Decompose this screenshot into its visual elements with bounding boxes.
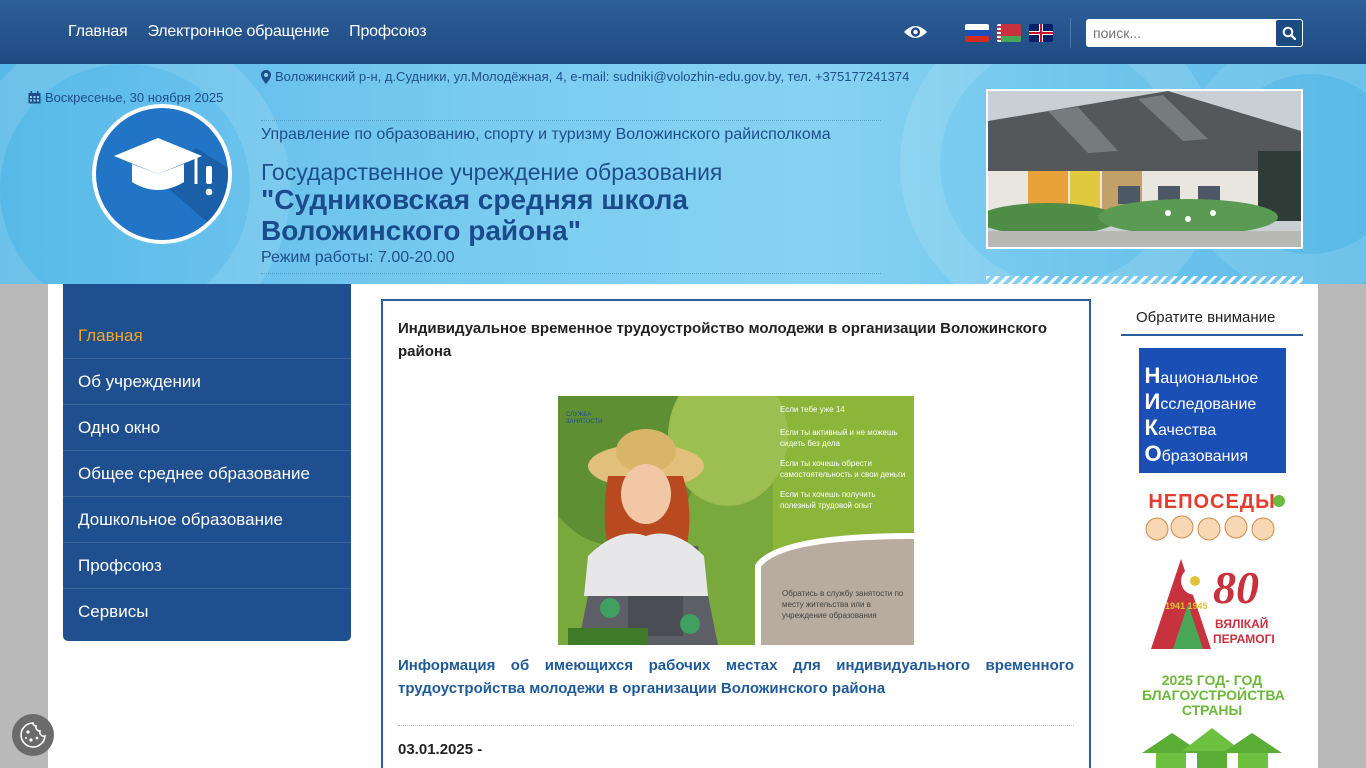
sidebar-item-one-window[interactable]: Одно окно <box>63 405 351 451</box>
top-bar: Главная Электронное обращение Профсоюз <box>0 0 1366 64</box>
top-nav-union[interactable]: Профсоюз <box>339 23 436 41</box>
ministry-name: Управление по образованию, спорту и тури… <box>261 126 831 143</box>
victory-80-banner[interactable]: 1941 1945 80 ВЯЛІКАЙ ПЕРАМОГІ <box>1151 559 1275 653</box>
date-text: Воскресенье, 30 ноября 2025 <box>45 90 224 105</box>
map-marker-icon <box>261 69 271 84</box>
article-divider <box>398 725 1074 726</box>
victory-years: 1941 1945 <box>1165 601 1208 611</box>
language-switcher <box>965 24 1053 42</box>
flag-by-icon[interactable] <box>997 24 1021 42</box>
eye-icon[interactable] <box>903 22 928 42</box>
sidebar-item-union[interactable]: Профсоюз <box>63 543 351 589</box>
current-date: Воскресенье, 30 ноября 2025 <box>28 90 223 105</box>
sidebar-item-secondary-education[interactable]: Общее среднее образование <box>63 451 351 497</box>
sidebar-item-services[interactable]: Сервисы <box>63 589 351 635</box>
poster-text: Если тебе уже 14 Если ты активный и не м… <box>780 404 908 511</box>
attention-heading: Обратите внимание <box>1121 299 1303 336</box>
niko-line: Качества <box>1144 415 1217 440</box>
article-link[interactable]: Информация об имеющихся рабочих местах д… <box>398 654 1074 700</box>
school-building-photo <box>986 89 1303 249</box>
neposedy-banner[interactable]: НЕПОСЕДЫ <box>1137 491 1287 543</box>
poster-line: Если ты хочешь получить полезный трудово… <box>780 490 876 510</box>
niko-banner[interactable]: Национальное Исследование Качества Образ… <box>1138 348 1286 473</box>
victory-text-1: ВЯЛІКАЙ <box>1215 617 1269 631</box>
sidebar-item-preschool[interactable]: Дошкольное образование <box>63 497 351 543</box>
attention-column: Обратите внимание Национальное Исследова… <box>1121 299 1303 768</box>
contact-address: Воложинский р-н, д.Судники, ул.Молодёжна… <box>261 69 909 84</box>
year-2025-banner[interactable]: 2025 ГОД- ГОД БЛАГОУСТРОЙСТВА СТРАНЫ <box>1142 673 1285 768</box>
poster-line: Если ты хочешь обрести самостоятельность… <box>780 459 906 479</box>
site-header: Воскресенье, 30 ноября 2025 Воложинский … <box>0 64 1366 284</box>
search-button[interactable] <box>1276 20 1302 46</box>
niko-line: Исследование <box>1144 389 1257 414</box>
page-body: Главная Об учреждении Одно окно Общее ср… <box>48 284 1318 768</box>
article-panel: Индивидуальное временное трудоустройство… <box>381 299 1091 768</box>
sidebar-item-about[interactable]: Об учреждении <box>63 359 351 405</box>
poster-line: Если тебе уже 14 <box>780 405 845 414</box>
flag-ru-icon[interactable] <box>965 24 989 42</box>
poster-brand: СЛУЖБА ЗАНЯТОСТИ <box>566 412 603 425</box>
search-icon <box>1282 26 1296 40</box>
article-title[interactable]: Индивидуальное временное трудоустройство… <box>398 317 1074 363</box>
cookie-settings-button[interactable] <box>12 714 54 756</box>
article-date: 03.01.2025 - <box>398 741 483 758</box>
header-separator <box>261 120 881 121</box>
sidebar-menu: Главная Об учреждении Одно окно Общее ср… <box>63 284 351 641</box>
institution-name: "Судниковская средняя школа Воложинского… <box>261 184 688 246</box>
top-nav-e-appeal[interactable]: Электронное обращение <box>138 23 340 41</box>
article-poster[interactable]: СЛУЖБА ЗАНЯТОСТИ Если тебе уже 14 Если т… <box>558 396 914 645</box>
topbar-divider <box>1070 18 1071 48</box>
photo-stripes <box>986 276 1303 284</box>
address-text[interactable]: Воложинский р-н, д.Судники, ул.Молодёжна… <box>275 69 909 84</box>
poster-line: Если ты активный и не можешь сидеть без … <box>780 428 898 448</box>
graduation-cap-icon <box>96 108 228 240</box>
school-logo[interactable] <box>92 104 232 244</box>
search-input[interactable] <box>1086 20 1276 46</box>
victory-text-2: ПЕРАМОГІ <box>1213 632 1275 646</box>
top-nav-home[interactable]: Главная <box>58 23 138 41</box>
flag-en-icon[interactable] <box>1029 24 1053 42</box>
poster-footer: Обратись в службу занятости по месту жит… <box>782 589 904 620</box>
header-separator <box>261 273 881 274</box>
search-box <box>1086 19 1303 47</box>
cookie-icon <box>20 722 46 748</box>
sidebar-item-home[interactable]: Главная <box>63 313 351 359</box>
institution-type: Государственное учреждение образования <box>261 159 723 185</box>
niko-line: Национальное <box>1144 363 1259 388</box>
niko-line: Образования <box>1144 441 1249 466</box>
working-hours: Режим работы: 7.00-20.00 <box>261 249 455 266</box>
calendar-icon <box>28 91 41 104</box>
victory-number: 80 <box>1213 562 1259 613</box>
top-nav: Главная Электронное обращение Профсоюз <box>58 0 436 64</box>
